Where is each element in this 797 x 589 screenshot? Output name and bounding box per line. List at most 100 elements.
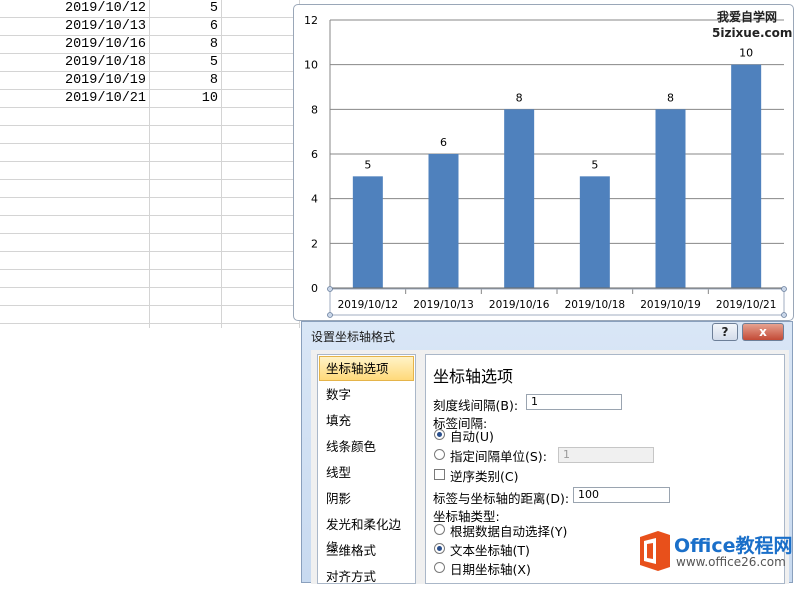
date-cell[interactable] <box>0 162 150 179</box>
date-cell[interactable] <box>0 216 150 233</box>
value-cell[interactable] <box>150 216 222 233</box>
value-cell[interactable] <box>150 180 222 197</box>
table-row[interactable] <box>0 288 300 306</box>
value-cell[interactable] <box>150 198 222 215</box>
category-item[interactable]: 数字 <box>319 382 414 407</box>
empty-cell[interactable] <box>222 324 300 328</box>
empty-cell[interactable] <box>222 108 300 125</box>
empty-cell[interactable] <box>222 234 300 251</box>
value-cell[interactable] <box>150 126 222 143</box>
date-cell[interactable] <box>0 288 150 305</box>
table-row[interactable] <box>0 216 300 234</box>
date-cell[interactable] <box>0 324 150 328</box>
empty-cell[interactable] <box>222 144 300 161</box>
label-distance-input[interactable]: 100 <box>573 487 670 503</box>
empty-cell[interactable] <box>222 180 300 197</box>
value-cell[interactable] <box>150 108 222 125</box>
help-button[interactable]: ? <box>712 323 738 341</box>
category-item[interactable]: 线条颜色 <box>319 434 414 459</box>
bar[interactable] <box>731 64 762 288</box>
category-item[interactable]: 阴影 <box>319 486 414 511</box>
auto-axis-type-radio[interactable] <box>434 524 445 535</box>
empty-cell[interactable] <box>222 162 300 179</box>
value-cell[interactable]: 6 <box>150 18 222 35</box>
date-cell[interactable] <box>0 180 150 197</box>
category-item[interactable]: 对齐方式 <box>319 564 414 589</box>
table-row[interactable] <box>0 252 300 270</box>
date-cell[interactable] <box>0 144 150 161</box>
table-row[interactable]: 2019/10/21 10 <box>0 90 300 108</box>
close-button[interactable]: x <box>742 323 784 341</box>
value-cell[interactable] <box>150 252 222 269</box>
date-cell[interactable]: 2019/10/18 <box>0 54 150 71</box>
bar-chart[interactable]: 0 2 4 6 8 10 12 5 2019/10/12 6 2019/10/13 8 2019/10/… <box>294 5 793 320</box>
category-item[interactable]: 三维格式 <box>319 538 414 563</box>
category-item[interactable]: 坐标轴选项 <box>319 356 414 381</box>
table-row[interactable] <box>0 180 300 198</box>
date-cell[interactable] <box>0 198 150 215</box>
empty-cell[interactable] <box>222 72 300 89</box>
empty-cell[interactable] <box>222 54 300 71</box>
date-cell[interactable] <box>0 108 150 125</box>
empty-cell[interactable] <box>222 0 300 17</box>
table-row[interactable]: 2019/10/18 5 <box>0 54 300 72</box>
date-cell[interactable] <box>0 234 150 251</box>
category-item[interactable]: 线型 <box>319 460 414 485</box>
date-cell[interactable] <box>0 270 150 287</box>
bar[interactable] <box>655 109 686 288</box>
reverse-order-checkbox[interactable] <box>434 469 445 480</box>
empty-cell[interactable] <box>222 126 300 143</box>
empty-cell[interactable] <box>222 198 300 215</box>
text-axis-radio[interactable] <box>434 543 445 554</box>
table-row[interactable] <box>0 324 300 328</box>
table-row[interactable] <box>0 144 300 162</box>
chart-area[interactable]: 0 2 4 6 8 10 12 5 2019/10/12 6 2019/10/13 8 2019/10/… <box>293 4 794 321</box>
table-row[interactable]: 2019/10/19 8 <box>0 72 300 90</box>
value-cell[interactable] <box>150 234 222 251</box>
value-cell[interactable]: 8 <box>150 72 222 89</box>
empty-cell[interactable] <box>222 252 300 269</box>
specify-interval-input[interactable]: 1 <box>558 447 654 463</box>
spreadsheet-grid[interactable]: 2019/10/12 5 2019/10/13 6 2019/10/16 8 2019/10… <box>0 0 300 328</box>
date-cell[interactable]: 2019/10/16 <box>0 36 150 53</box>
empty-cell[interactable] <box>222 36 300 53</box>
date-cell[interactable]: 2019/10/21 <box>0 90 150 107</box>
empty-cell[interactable] <box>222 216 300 233</box>
date-cell[interactable]: 2019/10/19 <box>0 72 150 89</box>
date-axis-radio[interactable] <box>434 562 445 573</box>
date-cell[interactable] <box>0 306 150 323</box>
table-row[interactable] <box>0 270 300 288</box>
bar[interactable] <box>504 109 535 288</box>
value-cell[interactable]: 5 <box>150 0 222 17</box>
bar[interactable] <box>579 176 610 288</box>
value-cell[interactable] <box>150 306 222 323</box>
table-row[interactable] <box>0 198 300 216</box>
category-item[interactable]: 发光和柔化边缘 <box>319 512 414 555</box>
specify-interval-radio[interactable] <box>434 449 445 460</box>
auto-interval-radio[interactable] <box>434 429 445 440</box>
bar[interactable] <box>428 154 459 288</box>
table-row[interactable] <box>0 126 300 144</box>
date-cell[interactable] <box>0 252 150 269</box>
table-row[interactable] <box>0 162 300 180</box>
value-cell[interactable]: 8 <box>150 36 222 53</box>
bar[interactable] <box>352 176 383 288</box>
table-row[interactable]: 2019/10/12 5 <box>0 0 300 18</box>
empty-cell[interactable] <box>222 288 300 305</box>
table-row[interactable]: 2019/10/13 6 <box>0 18 300 36</box>
empty-cell[interactable] <box>222 270 300 287</box>
tick-interval-input[interactable]: 1 <box>526 394 622 410</box>
empty-cell[interactable] <box>222 18 300 35</box>
date-cell[interactable]: 2019/10/13 <box>0 18 150 35</box>
table-row[interactable] <box>0 306 300 324</box>
empty-cell[interactable] <box>222 90 300 107</box>
value-cell[interactable]: 5 <box>150 54 222 71</box>
table-row[interactable]: 2019/10/16 8 <box>0 36 300 54</box>
date-cell[interactable]: 2019/10/12 <box>0 0 150 17</box>
value-cell[interactable]: 10 <box>150 90 222 107</box>
empty-cell[interactable] <box>222 306 300 323</box>
value-cell[interactable] <box>150 144 222 161</box>
value-cell[interactable] <box>150 288 222 305</box>
value-cell[interactable] <box>150 270 222 287</box>
table-row[interactable] <box>0 234 300 252</box>
